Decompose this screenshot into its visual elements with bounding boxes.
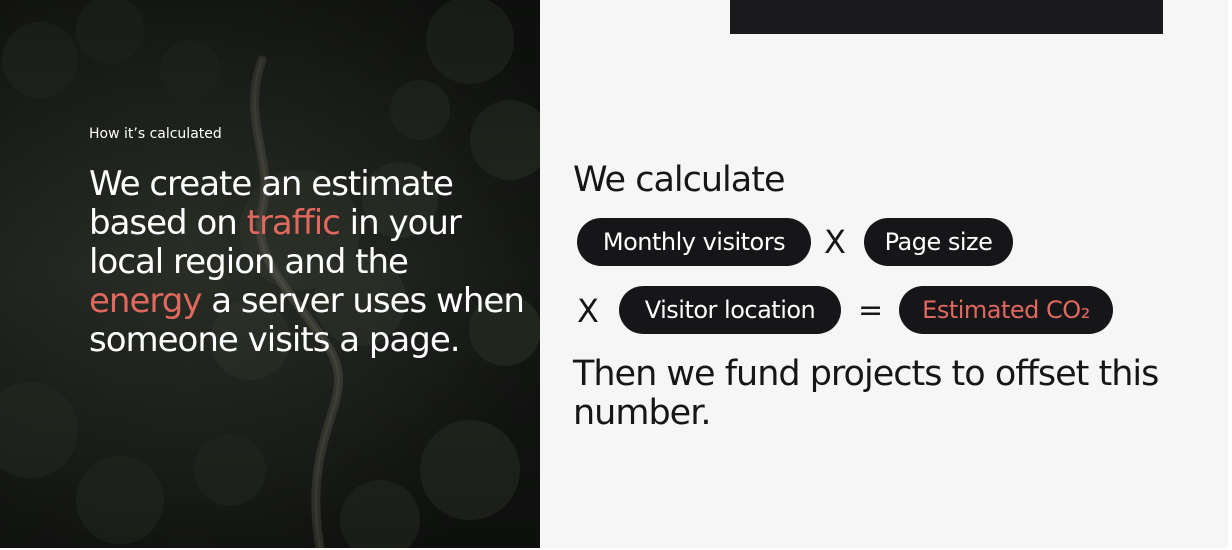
top-dark-bar xyxy=(730,0,1163,34)
equals-sign: = xyxy=(858,293,884,328)
section-eyebrow: How it’s calculated xyxy=(89,126,222,142)
headline-accent-energy: energy xyxy=(89,281,202,321)
pill-page-size: Page size xyxy=(864,218,1013,266)
pill-monthly-visitors: Monthly visitors xyxy=(577,218,811,266)
multiply-sign: X xyxy=(824,223,846,261)
calculation-panel xyxy=(540,0,1228,548)
page-edge xyxy=(1228,0,1232,550)
headline-accent-traffic: traffic xyxy=(246,203,341,243)
page: How it’s calculated We create an estimat… xyxy=(0,0,1232,550)
multiply-sign: X xyxy=(577,292,599,330)
pill-estimated-co2: Estimated CO₂ xyxy=(899,286,1113,334)
calculation-title: We calculate xyxy=(573,160,785,200)
pill-visitor-location: Visitor location xyxy=(619,286,841,334)
hero-photo-panel: How it’s calculated We create an estimat… xyxy=(0,0,540,548)
headline: We create an estimate based on traffic i… xyxy=(89,165,529,360)
calculation-outro: Then we fund projects to offset this num… xyxy=(573,354,1159,433)
